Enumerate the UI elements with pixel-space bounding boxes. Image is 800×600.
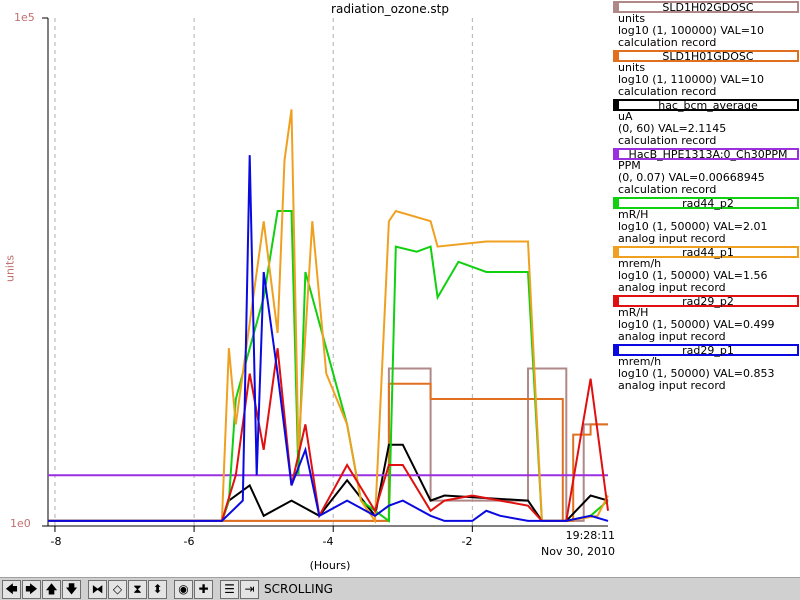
x-tick-label: -8 <box>50 535 62 548</box>
autoscale-icon: ◉ <box>178 582 189 596</box>
x-tick-label: -2 <box>461 535 473 548</box>
legend-detail: calculation record <box>618 183 717 196</box>
config-button[interactable]: ☰ <box>220 579 239 599</box>
scroll-button[interactable]: ⇥ <box>240 579 259 599</box>
legend-entry[interactable]: rad29_p2 mR/H log10 (1, 50000) VAL=0.499 an… <box>613 295 799 343</box>
legend-entry[interactable]: SLD1H02GDOSC units log10 (1, 100000) VAL=1… <box>613 1 799 49</box>
current-time-label: 19:28:11 <box>565 529 615 542</box>
legend-entry[interactable]: rad44_p2 mR/H log10 (1, 50000) VAL=2.01 ana… <box>613 197 799 245</box>
legend-detail: analog input record <box>618 330 726 343</box>
reset-icon: ✚ <box>198 582 209 596</box>
pan-down-button[interactable]: 🡇 <box>62 579 81 599</box>
current-date-label: Nov 30, 2010 <box>541 545 615 558</box>
zoom-out-horizontal-icon: ◇ <box>112 582 123 596</box>
series-line-hac_bcm_average <box>48 443 609 522</box>
scroll-icon: ⇥ <box>244 582 255 596</box>
series-line-rad29_p2 <box>48 348 609 522</box>
legend-entry[interactable]: HacB_HPE1313A:0_Ch30PPM PPM (0, 0.07) VAL=… <box>613 148 799 196</box>
legend-series-name[interactable]: HacB_HPE1313A:0_Ch30PPM <box>613 148 799 160</box>
legend: SLD1H02GDOSC units log10 (1, 100000) VAL=1… <box>613 0 799 392</box>
pan-up-button[interactable]: 🡅 <box>42 579 61 599</box>
pan-right-button[interactable]: 🡆 <box>22 579 41 599</box>
zoom-in-horizontal-icon: ⧓ <box>91 582 104 596</box>
chart-title: radiation_ozone.stp <box>331 2 449 16</box>
legend-series-name[interactable]: hac_bcm_average <box>613 99 799 111</box>
pan-left-icon: 🡄 <box>5 582 18 596</box>
legend-entry[interactable]: SLD1H01GDOSC units log10 (1, 110000) VAL=1… <box>613 50 799 98</box>
pan-down-icon: 🡇 <box>65 582 78 596</box>
x-axis-label: (Hours) <box>309 559 351 572</box>
y-tick-top: 1e5 <box>14 11 35 24</box>
zoom-in-vertical-button[interactable]: ⧗ <box>128 579 147 599</box>
legend-entry[interactable]: rad29_p1 mrem/h log10 (1, 50000) VAL=0.853… <box>613 344 799 392</box>
zoom-in-horizontal-button[interactable]: ⧓ <box>88 579 107 599</box>
y-tick-bottom: 1e0 <box>10 517 31 530</box>
autoscale-button[interactable]: ◉ <box>174 579 193 599</box>
series-line-rad29_p1 <box>48 155 609 522</box>
legend-detail: calculation record <box>618 85 717 98</box>
zoom-out-vertical-button[interactable]: ⬍ <box>148 579 167 599</box>
reset-button[interactable]: ✚ <box>194 579 213 599</box>
legend-detail: analog input record <box>618 379 726 392</box>
pan-right-icon: 🡆 <box>25 582 38 596</box>
x-tick-label: -6 <box>183 535 195 548</box>
zoom-in-vertical-icon: ⧗ <box>133 582 142 596</box>
chart-plot[interactable] <box>0 0 612 577</box>
config-icon: ☰ <box>224 582 235 596</box>
legend-detail: calculation record <box>618 36 717 49</box>
zoom-out-horizontal-button[interactable]: ◇ <box>108 579 127 599</box>
scroll-status-label: SCROLLING <box>264 582 333 596</box>
pan-left-button[interactable]: 🡄 <box>2 579 21 599</box>
pan-up-icon: 🡅 <box>45 582 58 596</box>
zoom-out-vertical-icon: ⬍ <box>152 582 163 596</box>
legend-detail: analog input record <box>618 281 726 294</box>
x-tick-label: -4 <box>322 535 334 548</box>
series-line-rad44_p1 <box>48 109 609 524</box>
legend-detail: calculation record <box>618 134 717 147</box>
toolbar: 🡄 🡆 🡅 🡇 ⧓ ◇ ⧗ ⬍ ◉ ✚ ☰ ⇥ SCROLLING <box>0 577 800 600</box>
y-axis-label: units <box>3 254 17 283</box>
legend-entry[interactable]: hac_bcm_average uA (0, 60) VAL=2.1145 calcu… <box>613 99 799 147</box>
legend-detail: analog input record <box>618 232 726 245</box>
legend-entry[interactable]: rad44_p1 mrem/h log10 (1, 50000) VAL=1.56 a… <box>613 246 799 294</box>
